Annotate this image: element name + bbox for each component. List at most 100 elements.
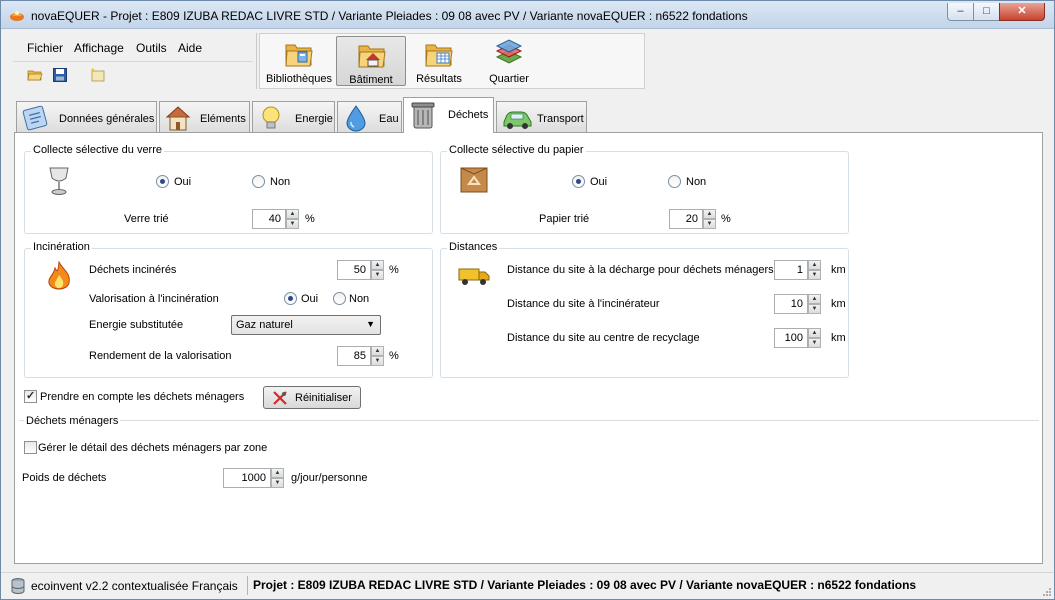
distance-decharge-label: Distance du site à la décharge pour déch… xyxy=(507,264,774,276)
menu-fichier[interactable]: Fichier xyxy=(27,41,63,55)
rendement-up-arrow-icon[interactable]: ▲ xyxy=(371,346,384,356)
poids-dechets-up-arrow-icon[interactable]: ▲ xyxy=(271,468,284,478)
verre-trie-value[interactable]: 40 xyxy=(252,209,286,229)
energie-substituee-select[interactable]: Gaz naturel ▼ xyxy=(231,315,381,335)
tab-elements[interactable]: Eléments xyxy=(159,101,250,132)
valorisation-non-radio[interactable] xyxy=(333,292,346,305)
distance-decharge-up-arrow-icon[interactable]: ▲ xyxy=(808,260,821,270)
menu-aide[interactable]: Aide xyxy=(178,41,202,55)
distance-incinerateur-down-arrow-icon[interactable]: ▼ xyxy=(808,304,821,314)
poids-dechets-value[interactable]: 1000 xyxy=(223,468,271,488)
valorisation-oui-radio[interactable] xyxy=(284,292,297,305)
ribbon: Bibliothèques Bâtiment Résultats Quartie… xyxy=(259,33,645,89)
tab-elements-label: Eléments xyxy=(200,113,246,125)
verre-group: Collecte sélective du verre Oui Non Verr… xyxy=(24,144,433,234)
district-map-icon xyxy=(495,39,523,64)
distance-incinerateur-value[interactable]: 10 xyxy=(774,294,808,314)
menagers-section-title: Déchets ménagers xyxy=(24,415,121,427)
verre-trie-label: Verre trié xyxy=(124,213,169,225)
dechets-incineres-stepper[interactable]: 50 ▲ ▼ xyxy=(337,260,385,280)
window-title: novaEQUER - Projet : E809 IZUBA REDAC LI… xyxy=(31,9,748,23)
verre-non-label: Non xyxy=(270,176,291,188)
tab-eau[interactable]: Eau xyxy=(337,101,402,132)
papier-trie-up-arrow-icon[interactable]: ▲ xyxy=(703,209,716,219)
papier-oui-radio[interactable] xyxy=(572,175,585,188)
papier-oui-label: Oui xyxy=(590,176,608,188)
ribbon-batiment-button[interactable]: Bâtiment xyxy=(336,36,406,86)
menu-affichage[interactable]: Affichage xyxy=(74,41,124,55)
open-folder-icon[interactable] xyxy=(27,67,43,83)
tab-transport[interactable]: Transport xyxy=(496,101,587,132)
reinitialiser-button[interactable]: Réinitialiser xyxy=(263,386,361,409)
papier-trie-stepper[interactable]: 20 ▲ ▼ xyxy=(669,209,717,229)
ribbon-separator xyxy=(256,33,257,89)
distance-incinerateur-up-arrow-icon[interactable]: ▲ xyxy=(808,294,821,304)
results-folder-icon xyxy=(425,44,453,67)
distance-decharge-unit: km xyxy=(831,264,846,276)
distances-group-title: Distances xyxy=(447,241,500,253)
distance-recyclage-up-arrow-icon[interactable]: ▲ xyxy=(808,328,821,338)
distance-recyclage-value[interactable]: 100 xyxy=(774,328,808,348)
tab-transport-label: Transport xyxy=(537,113,584,125)
distance-decharge-stepper[interactable]: 1 ▲ ▼ xyxy=(774,260,822,280)
status-separator xyxy=(247,576,248,595)
title-bar[interactable]: novaEQUER - Projet : E809 IZUBA REDAC LI… xyxy=(1,1,1054,29)
papier-non-label: Non xyxy=(686,176,707,188)
rendement-value[interactable]: 85 xyxy=(337,346,371,366)
truck-icon xyxy=(458,268,490,285)
distance-incinerateur-unit: km xyxy=(831,298,846,310)
ribbon-bibliotheques-button[interactable]: Bibliothèques xyxy=(264,36,334,86)
save-icon[interactable] xyxy=(52,67,68,83)
menu-outils[interactable]: Outils xyxy=(136,41,167,55)
verre-trie-stepper[interactable]: 40 ▲ ▼ xyxy=(252,209,300,229)
minimize-button[interactable]: – xyxy=(947,3,974,21)
dechets-incineres-value[interactable]: 50 xyxy=(337,260,371,280)
papier-trie-down-arrow-icon[interactable]: ▼ xyxy=(703,219,716,229)
ribbon-quartier-button[interactable]: Quartier xyxy=(474,36,544,86)
rendement-down-arrow-icon[interactable]: ▼ xyxy=(371,356,384,366)
papier-non-radio[interactable] xyxy=(668,175,681,188)
wine-glass-icon xyxy=(49,167,69,195)
resize-grip-icon[interactable] xyxy=(1042,587,1052,597)
distance-decharge-down-arrow-icon[interactable]: ▼ xyxy=(808,270,821,280)
tab-donnees-generales[interactable]: Données générales xyxy=(16,101,157,132)
reinitialiser-label: Réinitialiser xyxy=(295,392,352,404)
poids-dechets-stepper[interactable]: 1000 ▲ ▼ xyxy=(223,468,285,488)
distance-incinerateur-stepper[interactable]: 10 ▲ ▼ xyxy=(774,294,822,314)
chevron-down-icon: ▼ xyxy=(366,319,375,329)
papier-trie-value[interactable]: 20 xyxy=(669,209,703,229)
verre-oui-radio[interactable] xyxy=(156,175,169,188)
verre-trie-up-arrow-icon[interactable]: ▲ xyxy=(286,209,299,219)
status-bar: ecoinvent v2.2 contextualisée Français P… xyxy=(1,572,1054,599)
tab-energie-label: Energie xyxy=(295,113,333,125)
poids-dechets-down-arrow-icon[interactable]: ▼ xyxy=(271,478,284,488)
new-project-icon[interactable] xyxy=(89,67,105,83)
car-icon xyxy=(503,111,532,129)
distance-recyclage-down-arrow-icon[interactable]: ▼ xyxy=(808,338,821,348)
tab-dechets[interactable]: Déchets xyxy=(403,97,494,133)
prendre-en-compte-checkbox[interactable] xyxy=(24,389,37,403)
ribbon-resultats-button[interactable]: Résultats xyxy=(404,36,474,86)
valorisation-non-label: Non xyxy=(349,293,370,305)
recycling-box-icon xyxy=(460,167,488,193)
dechets-incineres-up-arrow-icon[interactable]: ▲ xyxy=(371,260,384,270)
tab-energie[interactable]: Energie xyxy=(252,101,335,132)
rendement-stepper[interactable]: 85 ▲ ▼ xyxy=(337,346,385,366)
verre-trie-down-arrow-icon[interactable]: ▼ xyxy=(286,219,299,229)
app-window: novaEQUER - Projet : E809 IZUBA REDAC LI… xyxy=(0,0,1055,600)
lightbulb-icon xyxy=(262,106,280,129)
maximize-button[interactable]: □ xyxy=(973,3,1000,21)
house-icon xyxy=(165,106,191,131)
ribbon-quartier-label: Quartier xyxy=(489,73,529,85)
tab-dechets-label: Déchets xyxy=(448,109,489,121)
zone-detail-checkbox[interactable] xyxy=(24,441,37,454)
library-folder-icon xyxy=(285,44,313,67)
papier-trie-unit: % xyxy=(721,213,731,225)
papier-trie-label: Papier trié xyxy=(539,213,590,225)
close-button[interactable]: ✕ xyxy=(999,3,1045,21)
distance-decharge-value[interactable]: 1 xyxy=(774,260,808,280)
dechets-incineres-down-arrow-icon[interactable]: ▼ xyxy=(371,270,384,280)
valorisation-label: Valorisation à l'incinération xyxy=(89,293,219,305)
distance-recyclage-stepper[interactable]: 100 ▲ ▼ xyxy=(774,328,822,348)
verre-non-radio[interactable] xyxy=(252,175,265,188)
